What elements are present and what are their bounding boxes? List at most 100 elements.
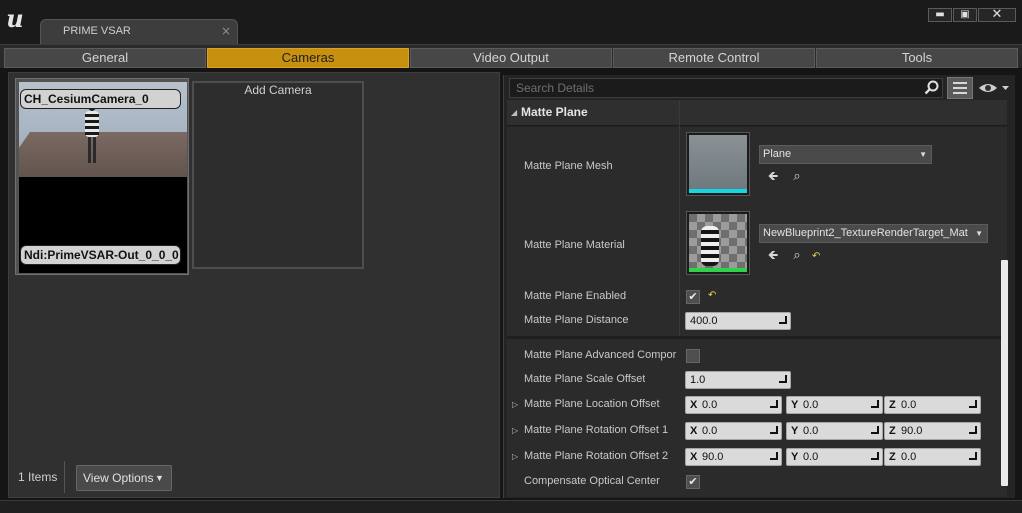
scale-offset-field[interactable]: 1.0 bbox=[685, 371, 791, 389]
rotation-offset-2-y-field[interactable]: Y 0.0 bbox=[786, 448, 883, 466]
close-window-button[interactable]: ✕ bbox=[978, 8, 1016, 22]
grid-view-icon[interactable] bbox=[947, 77, 973, 99]
eye-icon[interactable] bbox=[978, 80, 1012, 96]
drag-handle-icon bbox=[871, 400, 879, 408]
tab-general[interactable]: General bbox=[4, 48, 206, 68]
use-selected-arrow-icon[interactable]: 🡸 bbox=[766, 249, 780, 263]
drag-handle-icon bbox=[969, 426, 977, 434]
search-input[interactable]: Search Details bbox=[509, 78, 943, 98]
main-tab-strip: General Cameras Video Output Remote Cont… bbox=[0, 44, 1022, 68]
drag-handle-icon bbox=[871, 452, 879, 460]
section-divider bbox=[507, 336, 1007, 339]
expand-triangle-icon[interactable]: ▷ bbox=[512, 452, 518, 461]
footer-divider bbox=[64, 461, 65, 493]
axis-z-label: Z bbox=[889, 399, 896, 411]
matte-plane-mesh-label: Matte Plane Mesh bbox=[524, 160, 613, 172]
cameras-panel: CH_CesiumCamera_0 Ndi:PrimeVSAR-Out_0_0_… bbox=[8, 72, 500, 498]
material-thumbnail[interactable] bbox=[686, 211, 750, 275]
category-header[interactable]: ◢ Matte Plane bbox=[507, 100, 1007, 126]
minimize-button[interactable]: ▬ bbox=[928, 8, 952, 22]
title-bar: u PRIME VSAR × ▬ ▣ ✕ bbox=[0, 0, 1022, 45]
category-title: Matte Plane bbox=[521, 105, 588, 119]
expand-triangle-icon[interactable]: ▷ bbox=[512, 426, 518, 435]
axis-x-label: X bbox=[690, 399, 698, 411]
matte-plane-rotation-offset-1-label: Matte Plane Rotation Offset 1 bbox=[524, 424, 669, 436]
search-icon[interactable] bbox=[924, 80, 940, 96]
matte-plane-enabled-checkbox[interactable]: ✔ bbox=[686, 290, 700, 304]
document-tab[interactable]: PRIME VSAR × bbox=[40, 19, 238, 45]
axis-x-label: X bbox=[690, 425, 698, 437]
asset-type-strip bbox=[689, 189, 747, 193]
chevron-down-icon: ▼ bbox=[155, 473, 164, 483]
bottom-strip bbox=[0, 500, 1022, 513]
matte-plane-scale-offset-label: Matte Plane Scale Offset bbox=[524, 373, 646, 385]
drag-handle-icon bbox=[770, 426, 778, 434]
matte-plane-distance-label: Matte Plane Distance bbox=[524, 314, 629, 326]
axis-y-label: Y bbox=[791, 399, 799, 411]
tab-cameras[interactable]: Cameras bbox=[207, 48, 409, 68]
rotation-2-z-value: 0.0 bbox=[901, 451, 917, 463]
location-offset-z-field[interactable]: Z 0.0 bbox=[884, 396, 981, 414]
rotation-offset-1-y-field[interactable]: Y 0.0 bbox=[786, 422, 883, 440]
rotation-1-z-value: 90.0 bbox=[901, 425, 923, 437]
rotation-1-x-value: 0.0 bbox=[702, 425, 718, 437]
drag-handle-icon bbox=[770, 452, 778, 460]
axis-y-label: Y bbox=[791, 451, 799, 463]
close-tab-icon[interactable]: × bbox=[221, 24, 231, 38]
expand-triangle-icon[interactable]: ▷ bbox=[512, 400, 518, 409]
rotation-offset-1-z-field[interactable]: Z 90.0 bbox=[884, 422, 981, 440]
camera-tile[interactable]: CH_CesiumCamera_0 Ndi:PrimeVSAR-Out_0_0_… bbox=[15, 78, 189, 275]
checkmark-icon: ✔ bbox=[688, 475, 698, 488]
browse-icon[interactable]: ⌕ bbox=[790, 249, 804, 263]
details-scrollbar[interactable] bbox=[1001, 260, 1008, 486]
matte-plane-location-offset-label: Matte Plane Location Offset bbox=[524, 398, 660, 410]
material-value: NewBlueprint2_TextureRenderTarget_Mat bbox=[763, 227, 968, 239]
use-selected-arrow-icon[interactable]: 🡸 bbox=[766, 170, 780, 184]
browse-icon[interactable]: ⌕ bbox=[790, 170, 804, 184]
axis-y-label: Y bbox=[791, 425, 799, 437]
axis-x-label: X bbox=[690, 451, 698, 463]
scale-offset-value: 1.0 bbox=[690, 374, 706, 386]
location-y-value: 0.0 bbox=[803, 399, 819, 411]
tab-remote-control[interactable]: Remote Control bbox=[613, 48, 815, 68]
rotation-1-y-value: 0.0 bbox=[803, 425, 819, 437]
distance-value: 400.0 bbox=[690, 315, 718, 327]
compensate-optical-center-checkbox[interactable]: ✔ bbox=[686, 475, 700, 489]
rotation-offset-2-z-field[interactable]: Z 0.0 bbox=[884, 448, 981, 466]
location-offset-x-field[interactable]: X 0.0 bbox=[685, 396, 782, 414]
mesh-value: Plane bbox=[763, 148, 792, 160]
compensate-optical-center-label: Compensate Optical Center bbox=[524, 475, 660, 487]
view-options-button[interactable]: View Options ▼ bbox=[76, 465, 172, 491]
drag-handle-icon bbox=[969, 400, 977, 408]
mesh-asset-picker[interactable]: Plane ▼ bbox=[759, 145, 932, 164]
reset-to-default-icon[interactable]: ↶ bbox=[812, 252, 822, 262]
location-z-value: 0.0 bbox=[901, 399, 917, 411]
matte-plane-advanced-checkbox[interactable] bbox=[686, 349, 700, 363]
rotation-offset-2-x-field[interactable]: X 90.0 bbox=[685, 448, 782, 466]
mesh-thumbnail[interactable] bbox=[686, 132, 750, 196]
location-offset-y-field[interactable]: Y 0.0 bbox=[786, 396, 883, 414]
material-subject bbox=[701, 226, 719, 266]
expand-triangle-icon: ◢ bbox=[511, 108, 518, 117]
matte-plane-distance-field[interactable]: 400.0 bbox=[685, 312, 791, 330]
asset-type-strip bbox=[689, 268, 747, 272]
matte-plane-enabled-label: Matte Plane Enabled bbox=[524, 290, 627, 302]
tab-tools[interactable]: Tools bbox=[816, 48, 1018, 68]
location-x-value: 0.0 bbox=[702, 399, 718, 411]
tab-video-output[interactable]: Video Output bbox=[410, 48, 612, 68]
property-list: Matte Plane Mesh Plane ▼ 🡸 ⌕ Matte Plane… bbox=[507, 101, 1007, 497]
matte-plane-rotation-offset-2-label: Matte Plane Rotation Offset 2 bbox=[524, 450, 669, 462]
column-divider[interactable] bbox=[679, 101, 680, 339]
material-asset-picker[interactable]: NewBlueprint2_TextureRenderTarget_Mat ▼ bbox=[759, 224, 988, 243]
unreal-logo-icon[interactable]: u bbox=[2, 4, 28, 34]
dropdown-arrow-icon: ▼ bbox=[975, 229, 983, 238]
axis-z-label: Z bbox=[889, 451, 896, 463]
document-tab-label: PRIME VSAR bbox=[63, 25, 131, 37]
items-count: 1 Items bbox=[18, 470, 58, 484]
maximize-button[interactable]: ▣ bbox=[953, 8, 977, 22]
reset-to-default-icon[interactable]: ↶ bbox=[708, 291, 718, 301]
rotation-offset-1-x-field[interactable]: X 0.0 bbox=[685, 422, 782, 440]
add-camera-button[interactable]: Add Camera bbox=[192, 81, 364, 269]
camera-name-label: CH_CesiumCamera_0 bbox=[20, 89, 181, 109]
axis-z-label: Z bbox=[889, 425, 896, 437]
